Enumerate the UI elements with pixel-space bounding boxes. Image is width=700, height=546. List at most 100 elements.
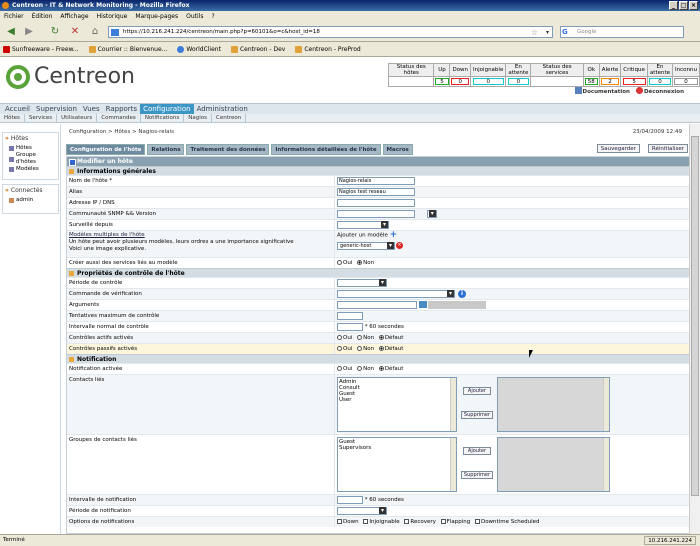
bookmark-item[interactable]: Sunfreeware - Freew... [3, 45, 79, 53]
menu-views[interactable]: Vues [80, 104, 103, 114]
passive-checks-yes[interactable]: Oui [337, 346, 352, 352]
minimize-button[interactable]: _ [669, 1, 678, 10]
svc-pending-count[interactable]: 0 [649, 78, 671, 85]
maximize-button[interactable]: □ [679, 1, 688, 10]
contact-groups-listbox[interactable]: Guest Supervisors [337, 437, 457, 492]
passive-checks-default[interactable]: Défaut [378, 346, 403, 352]
hosts-up-count[interactable]: 5 [435, 78, 449, 85]
save-button[interactable]: Sauvegarder [596, 144, 640, 153]
selected-contacts-listbox[interactable] [497, 377, 610, 432]
menu-configuration[interactable]: Configuration [140, 104, 194, 114]
create-services-yes[interactable]: Oui [337, 260, 352, 266]
menu-view[interactable]: Affichage [60, 11, 88, 22]
submenu-notifications[interactable]: Notifications [141, 114, 185, 122]
bookmark-item[interactable]: WorldClient [177, 45, 221, 53]
tab-extended-info[interactable]: Informations détaillées de l'hôte [271, 144, 381, 155]
list-item[interactable]: Supervisors [339, 445, 455, 451]
menu-home[interactable]: Accueil [2, 104, 33, 114]
centreon-logo[interactable]: Centreon [6, 64, 135, 89]
close-button[interactable]: × [689, 1, 698, 10]
url-dropdown-icon[interactable]: ▾ [546, 27, 549, 38]
notif-option-flapping[interactable]: Flapping [440, 519, 470, 525]
page-scrollbar[interactable] [689, 124, 700, 534]
add-contact-button[interactable]: Ajouter [463, 387, 491, 395]
forward-icon[interactable]: ▶ [22, 25, 36, 39]
check-interval-input[interactable] [337, 323, 363, 331]
arrow-icon[interactable] [419, 301, 427, 308]
check-command-select[interactable] [337, 290, 455, 298]
submenu-hosts[interactable]: Hôtes [0, 114, 25, 122]
bookmark-item[interactable]: Centreon - Dev [230, 45, 285, 53]
delete-template-icon[interactable]: × [396, 241, 403, 249]
max-attempts-input[interactable] [337, 312, 363, 320]
notif-period-select[interactable] [337, 507, 387, 515]
submenu-users[interactable]: Utilisateurs [57, 114, 98, 122]
logout-link[interactable]: Déconnexion [635, 87, 684, 95]
svc-critical-count[interactable]: 5 [622, 78, 646, 85]
contacts-listbox[interactable]: Admin Consult Guest User [337, 377, 457, 432]
notif-no[interactable]: Non [357, 366, 374, 372]
menu-administration[interactable]: Administration [194, 104, 251, 114]
bookmark-item[interactable]: Centreon - PreProd [295, 45, 361, 53]
menu-bookmarks[interactable]: Marque-pages [135, 11, 178, 22]
scrollbar-thumb[interactable] [691, 136, 699, 496]
url-bar[interactable]: https://10.216.241.224/centreon/main.php… [108, 26, 553, 38]
svc-warning-count[interactable]: 2 [600, 78, 620, 85]
tab-data-processing[interactable]: Traitement des données [186, 144, 270, 155]
back-icon[interactable]: ◀ [4, 25, 18, 39]
sidebar-item-hostgroups[interactable]: Groupe d'hôtes [9, 152, 56, 166]
add-template-icon[interactable]: + [390, 231, 398, 240]
template-select[interactable]: generic-host [337, 241, 395, 250]
submenu-centreon[interactable]: Centreon [212, 114, 247, 122]
arguments-input[interactable] [337, 301, 417, 309]
snmp-version-select[interactable] [426, 210, 437, 218]
contacts-scrollbar[interactable] [450, 378, 456, 431]
remove-contact-button[interactable]: Supprimer [461, 411, 493, 419]
stop-icon[interactable]: ✕ [68, 25, 82, 39]
bookmark-item[interactable]: Courrier :: Bienvenue... [88, 45, 167, 53]
sidebar-item-templates[interactable]: Modèles [9, 166, 56, 173]
hosts-pending-count[interactable]: 0 [507, 78, 530, 85]
documentation-link[interactable]: Documentation [574, 87, 630, 95]
search-input[interactable]: G Google [560, 26, 684, 38]
menu-monitoring[interactable]: Supervision [33, 104, 80, 114]
notif-interval-input[interactable] [337, 496, 363, 504]
tab-macros[interactable]: Macros [382, 144, 413, 155]
notif-option-down[interactable]: Down [337, 519, 359, 525]
menu-help[interactable]: ? [211, 11, 214, 22]
passive-checks-no[interactable]: Non [357, 346, 374, 352]
svc-ok-count[interactable]: 58 [584, 78, 599, 85]
hosts-unreachable-count[interactable]: 0 [472, 78, 504, 85]
star-icon[interactable]: ☆ [531, 27, 538, 38]
hosts-down-count[interactable]: 0 [451, 78, 470, 85]
submenu-nagios[interactable]: Nagios [184, 114, 212, 122]
menu-tools[interactable]: Outils [186, 11, 203, 22]
reload-icon[interactable]: ↻ [48, 25, 62, 39]
submenu-services[interactable]: Services [25, 114, 58, 122]
tab-host-config[interactable]: Configuration de l'hôte [66, 144, 146, 155]
host-name-input[interactable]: Nagios-relais [337, 177, 415, 185]
active-checks-yes[interactable]: Oui [337, 335, 352, 341]
check-period-select[interactable] [337, 279, 387, 287]
submenu-commands[interactable]: Commandes [97, 114, 141, 122]
info-icon[interactable]: i [458, 289, 466, 298]
reset-button[interactable]: Réinitialiser [647, 144, 688, 153]
notif-option-recovery[interactable]: Recovery [404, 519, 436, 525]
svc-unknown-count[interactable]: 0 [674, 78, 698, 85]
create-services-no[interactable]: Non [357, 260, 374, 266]
home-icon[interactable]: ⌂ [88, 25, 102, 39]
ip-input[interactable] [337, 199, 415, 207]
add-template-link[interactable]: Ajouter un modèle [337, 233, 388, 239]
tab-relations[interactable]: Relations [147, 144, 185, 155]
remove-contact-group-button[interactable]: Supprimer [461, 471, 493, 479]
menu-history[interactable]: Historique [97, 11, 128, 22]
sidebar-item-hosts[interactable]: Hôtes [9, 145, 56, 152]
active-checks-no[interactable]: Non [357, 335, 374, 341]
notif-yes[interactable]: Oui [337, 366, 352, 372]
selected-contact-groups-listbox[interactable] [497, 437, 610, 492]
snmp-community-input[interactable] [337, 210, 415, 218]
notif-option-downtime[interactable]: Downtime Scheduled [474, 519, 539, 525]
menu-edit[interactable]: Édition [32, 11, 53, 22]
list-item[interactable]: User [339, 397, 455, 403]
notif-option-unreachable[interactable]: Injoignable [363, 519, 400, 525]
